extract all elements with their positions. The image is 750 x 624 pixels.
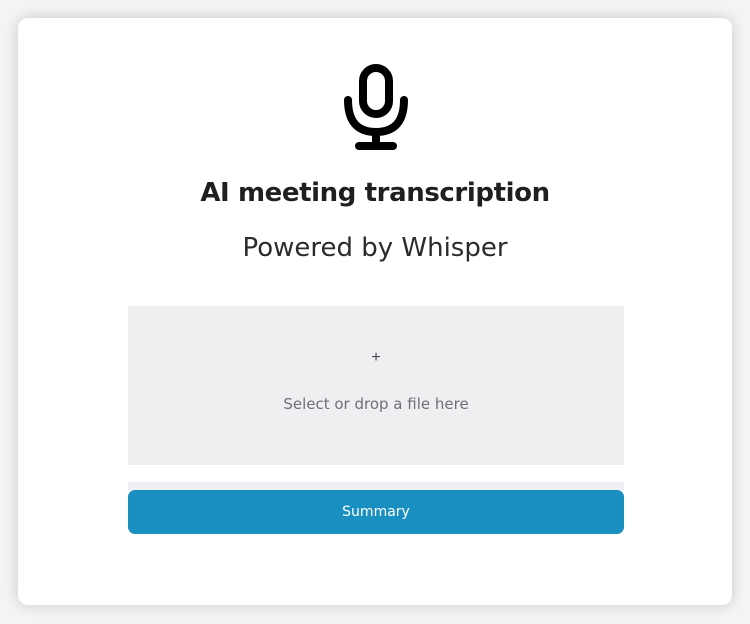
upload-progress-track	[128, 482, 624, 490]
page-subtitle: Powered by Whisper	[242, 233, 508, 263]
microphone-icon	[344, 64, 408, 150]
summary-button[interactable]: Summary	[128, 490, 624, 534]
page-title: AI meeting transcription	[200, 178, 550, 208]
dropzone-prompt: Select or drop a file here	[283, 395, 469, 413]
file-dropzone[interactable]: + Select or drop a file here	[128, 306, 624, 465]
plus-icon: +	[371, 349, 381, 366]
main-card: AI meeting transcription Powered by Whis…	[18, 18, 732, 605]
